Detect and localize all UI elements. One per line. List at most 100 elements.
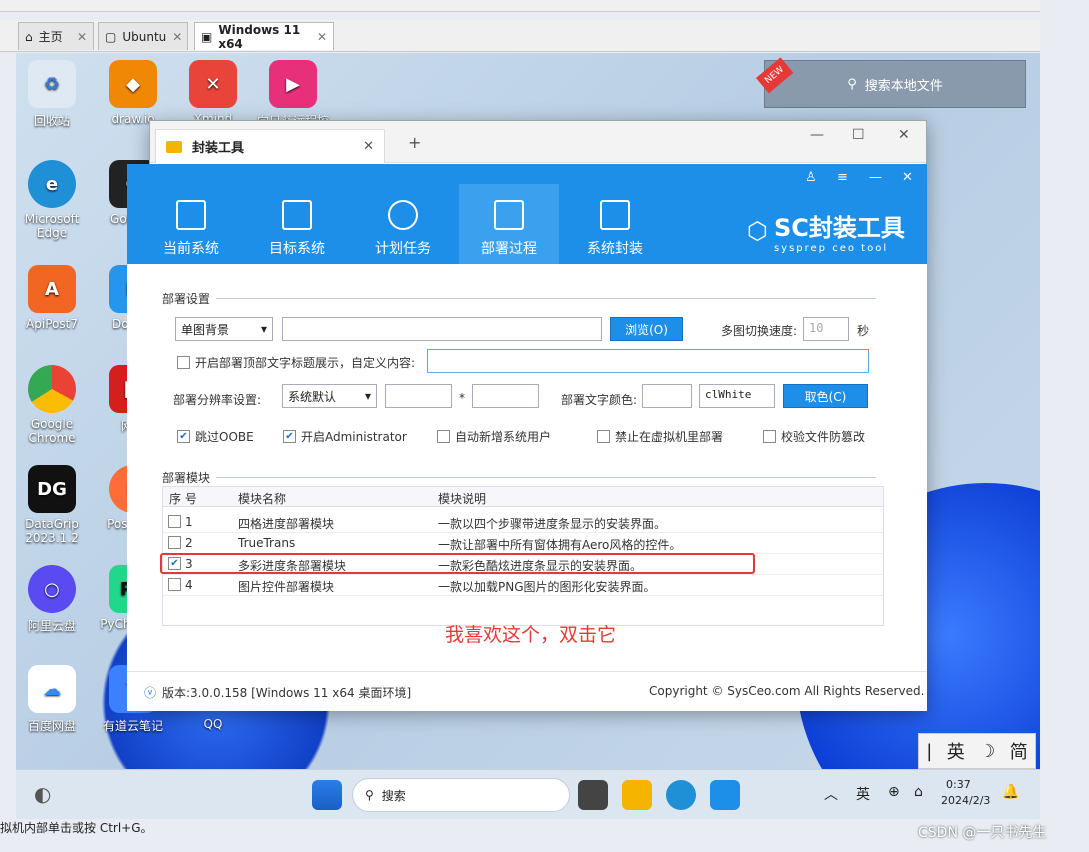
close-icon[interactable]: ✕ — [172, 30, 182, 44]
text-color-label: 部署文字颜色: — [561, 393, 638, 407]
desktop-icon-recycle-bin[interactable]: ♻ 回收站 — [14, 60, 90, 129]
datagrip-icon: DG — [28, 465, 76, 513]
desktop-icon-edge[interactable]: e Microsoft Edge — [14, 160, 90, 240]
highlight-box — [160, 553, 755, 574]
notification-icon[interactable]: 🔔 — [1002, 784, 1019, 800]
desktop-icon-xmind[interactable]: ✕ Xmind — [175, 60, 251, 126]
resolution-width-input[interactable] — [385, 384, 452, 408]
background-select[interactable]: 单图背景 ▾ — [175, 317, 273, 341]
desktop-icon-chrome[interactable]: Google Chrome — [14, 365, 90, 445]
option-skip-oobe[interactable]: ✔ 跳过OOBE — [177, 428, 254, 445]
option-verify-tamper[interactable]: 校验文件防篡改 — [763, 428, 865, 445]
nav-tab-deploy-process[interactable]: 部署过程 — [459, 184, 559, 264]
widgets-icon[interactable]: ◐ — [34, 782, 51, 806]
option-auto-add-user[interactable]: 自动新增系统用户 — [437, 428, 551, 445]
minimize-icon[interactable]: — — [869, 170, 882, 185]
close-window-button[interactable]: ✕ — [898, 127, 910, 143]
checkbox-checked-icon: ✔ — [177, 430, 190, 443]
menu-icon[interactable]: ≡ — [837, 170, 848, 185]
clock-time[interactable]: 0:37 — [946, 778, 971, 791]
custom-title-checkbox[interactable]: 开启部署顶部文字标题展示，自定义内容: — [177, 354, 415, 371]
desktop-icon-aliyun-drive[interactable]: ○ 阿里云盘 — [14, 565, 90, 634]
desktop-icon-baidu-netdisk[interactable]: ☁ 百度网盘 — [14, 665, 90, 734]
edge-icon[interactable] — [666, 780, 696, 810]
text-color-input[interactable]: clWhite — [699, 384, 775, 408]
checkbox-icon — [177, 356, 190, 369]
seconds-label: 秒 — [857, 324, 870, 338]
checkbox-icon — [437, 430, 450, 443]
app-window: 封装工具 ✕ + — ☐ ✕ ♙ ≡ — ✕ 当前系统 目标系统 计划任务 部署… — [127, 120, 927, 711]
home-icon: ⌂ — [25, 29, 33, 44]
copyright-text: Copyright © SysCeo.com All Rights Reserv… — [649, 684, 925, 698]
ime-toolbar[interactable]: | 英 ☽ 简 — [918, 733, 1036, 769]
checkbox-icon — [597, 430, 610, 443]
clock-date[interactable]: 2024/2/3 — [941, 794, 990, 807]
custom-title-input[interactable] — [427, 349, 869, 373]
window-tab[interactable]: 封装工具 ✕ — [155, 129, 385, 163]
apipost-icon: A — [28, 265, 76, 313]
desktop-icon-apipost[interactable]: A ApiPost7 — [14, 265, 90, 331]
chrome-icon — [28, 365, 76, 413]
vm-tab-home[interactable]: ⌂ 主页 ✕ — [18, 22, 94, 50]
user-icon[interactable]: ♙ — [805, 170, 817, 185]
pick-color-button[interactable]: 取色(C) — [783, 384, 868, 408]
table-row[interactable]: 4 图片控件部署模块 一款以加载PNG图片的图形化安装界面。 — [163, 575, 883, 596]
checkbox-icon[interactable] — [168, 578, 181, 591]
drawio-icon: ◆ — [109, 60, 157, 108]
watermark: CSDN @一只书先生 — [918, 825, 1047, 841]
nav-tab-system-packaging[interactable]: 系统封装 — [565, 184, 665, 264]
brand-logo: ⬡ SC封装工具 sysprep ceo tool — [747, 214, 905, 254]
nav-tab-target-system[interactable]: 目标系统 — [247, 184, 347, 264]
nav-tab-current-system[interactable]: 当前系统 — [141, 184, 241, 264]
status-bar: ⓥ 版本:3.0.0.158 [Windows 11 x64 桌面环境] Cop… — [127, 671, 927, 711]
start-icon[interactable] — [312, 780, 342, 810]
maximize-button[interactable]: ☐ — [852, 127, 865, 143]
minimize-button[interactable]: — — [810, 127, 824, 143]
table-row[interactable]: 1 四格进度部署模块 一款以四个步骤带进度条显示的安装界面。 — [163, 512, 883, 533]
text-color-swatch[interactable] — [642, 384, 692, 408]
language-icon[interactable]: ⊕ — [888, 784, 900, 800]
window-titlebar: 封装工具 ✕ + — ☐ ✕ — [150, 121, 926, 163]
folder-icon — [166, 140, 182, 153]
chevron-up-icon[interactable]: ︿ — [824, 784, 838, 804]
sc-tool-taskbar-icon[interactable] — [710, 780, 740, 810]
resolution-select[interactable]: 系统默认 ▾ — [282, 384, 377, 408]
taskbar-search[interactable]: ⚲ 搜索 — [352, 778, 570, 812]
resolution-height-input[interactable] — [472, 384, 539, 408]
option-enable-administrator[interactable]: ✔ 开启Administrator — [283, 428, 407, 445]
close-icon[interactable]: ✕ — [77, 30, 87, 44]
desktop-icon-datagrip[interactable]: DG DataGrip 2023.1.2 — [14, 465, 90, 545]
switch-speed-spinner[interactable]: 10 — [803, 317, 849, 341]
close-icon[interactable]: ✕ — [317, 30, 327, 44]
grid-icon — [494, 200, 524, 230]
xmind-icon: ✕ — [189, 60, 237, 108]
add-tab-button[interactable]: + — [408, 133, 421, 152]
file-explorer-icon[interactable] — [622, 780, 652, 810]
checkbox-icon[interactable] — [168, 536, 181, 549]
checkbox-icon — [763, 430, 776, 443]
ime-indicator[interactable]: 英 — [856, 784, 870, 804]
brand-mark-icon: ⬡ — [747, 217, 768, 245]
checkbox-icon[interactable] — [168, 515, 181, 528]
clock-icon — [388, 200, 418, 230]
close-tab-icon[interactable]: ✕ — [363, 139, 374, 154]
background-path-input[interactable] — [282, 317, 602, 341]
table-row[interactable]: 2 TrueTrans 一款让部署中所有窗体拥有Aero风格的控件。 — [163, 533, 883, 554]
network-icon[interactable]: ⌂ — [914, 784, 923, 800]
vm-tab-windows11[interactable]: ▣ Windows 11 x64 ✕ — [194, 22, 334, 51]
option-block-vm-deploy[interactable]: 禁止在虚拟机里部署 — [597, 428, 723, 445]
desktop-icon-sunlogin[interactable]: ▶向日葵远程控 — [255, 60, 331, 129]
app-header: ♙ ≡ — ✕ 当前系统 目标系统 计划任务 部署过程 系统封装 ⬡ SC封装工… — [127, 164, 927, 264]
ime-handle-icon: | — [926, 740, 933, 762]
close-icon[interactable]: ✕ — [902, 170, 913, 185]
vm-tab-bar: ⌂ 主页 ✕ ▢ Ubuntu ✕ ▣ Windows 11 x64 ✕ — [0, 20, 1040, 52]
moon-icon[interactable]: ☽ — [979, 741, 995, 762]
desktop-search-widget[interactable]: ⚲ 搜索本地文件 — [764, 60, 1026, 108]
desktop-icon-drawio[interactable]: ◆ draw.io — [95, 60, 171, 126]
browse-button[interactable]: 浏览(O) — [610, 317, 683, 341]
nav-tab-scheduled-tasks[interactable]: 计划任务 — [353, 184, 453, 264]
aliyun-drive-icon: ○ — [28, 565, 76, 613]
vm-tab-ubuntu[interactable]: ▢ Ubuntu ✕ — [98, 22, 188, 50]
task-view-icon[interactable] — [578, 780, 608, 810]
vm-icon: ▣ — [201, 29, 213, 44]
